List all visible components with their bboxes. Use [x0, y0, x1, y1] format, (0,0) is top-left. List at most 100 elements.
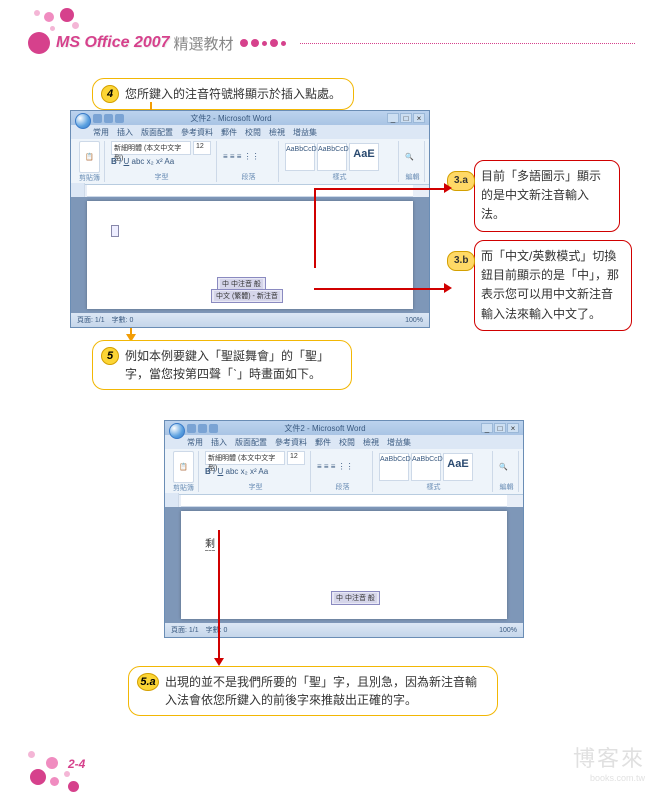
watermark-en: books.com.tw — [573, 773, 645, 783]
tab-layout[interactable]: 版面配置 — [235, 437, 267, 448]
word-statusbar: 頁面: 1/1 字數: 0 100% — [71, 313, 429, 327]
arrow-5a-line — [218, 530, 220, 660]
tab-addins[interactable]: 增益集 — [387, 437, 411, 448]
group-clipboard-label: 剪貼簿 — [79, 173, 100, 183]
arrow-3a-line — [314, 188, 446, 190]
tab-addins[interactable]: 增益集 — [293, 127, 317, 138]
ime-text: 中 中注音 般 — [334, 593, 377, 603]
paste-button[interactable]: 📋 — [173, 451, 194, 483]
font-selector[interactable]: 新細明體 (本文中文字型) — [111, 141, 191, 155]
quick-access-toolbar[interactable] — [93, 112, 124, 125]
step-5a-box: 5.a 出現的並不是我們所要的「聖」字，且別急，因為新注音輸入法會依您所鍵入的前… — [128, 666, 498, 716]
tab-review[interactable]: 校閱 — [245, 127, 261, 138]
ribbon: 📋 剪貼簿 新細明體 (本文中文字型)12 B I U abc x₂ x² Aa… — [165, 449, 523, 495]
word-titlebar: 文件2 - Microsoft Word _□× — [71, 111, 429, 125]
style-chip-3[interactable]: AaE — [349, 143, 379, 171]
office-button-icon[interactable] — [75, 113, 91, 129]
group-styles-label: 樣式 — [379, 482, 488, 492]
ime-language-bar[interactable]: 中 中注音 般 — [331, 591, 380, 605]
header-title-zh: 精選教材 — [174, 33, 234, 54]
callout-3a: 3.a 目前「多語圖示」顯示的是中文新注音輸入法。 — [474, 160, 620, 232]
status-right: 100% — [499, 627, 517, 634]
font-selector[interactable]: 新細明體 (本文中文字型) — [205, 451, 285, 465]
style-chip-2[interactable]: AaBbCcD — [317, 143, 347, 171]
group-para-label: 段落 — [317, 482, 368, 492]
word-ruler — [181, 495, 507, 507]
arrow-3b-head — [444, 283, 452, 293]
group-edit-label: 編輯 — [499, 482, 514, 492]
word-ruler — [87, 185, 413, 197]
tab-insert[interactable]: 插入 — [211, 437, 227, 448]
font-size-selector[interactable]: 12 — [287, 451, 305, 465]
callout-3b-tag: 3.b — [447, 251, 475, 271]
word-titlebar: 文件2 - Microsoft Word _□× — [165, 421, 523, 435]
tab-insert[interactable]: 插入 — [117, 127, 133, 138]
group-font-label: 字型 — [205, 482, 306, 492]
arrow-3a-head — [444, 183, 452, 193]
callout-3b-text: 而「中文/英數模式」切換鈕目前顯示的是「中」，那表示您可以用中文新注音輸入法來輸… — [481, 249, 619, 321]
group-para-label: 段落 — [223, 172, 274, 182]
header-dots-icon — [240, 39, 286, 47]
tab-mailings[interactable]: 郵件 — [221, 127, 237, 138]
header-divider — [300, 43, 635, 44]
tab-home[interactable]: 常用 — [187, 437, 203, 448]
word-document[interactable]: 剩 中 中注音 般 — [181, 511, 507, 619]
step-4-box: 4 您所鍵入的注音符號將顯示於插入點處。 — [92, 78, 354, 110]
page-header: MS Office 2007 精選教材 — [28, 32, 635, 54]
tab-layout[interactable]: 版面配置 — [141, 127, 173, 138]
window-controls[interactable]: _□× — [387, 113, 425, 123]
ribbon-tabs[interactable]: 常用 插入 版面配置 參考資料 郵件 校閱 檢視 增益集 — [71, 125, 429, 139]
arrow-3a-vline — [314, 188, 316, 268]
tab-mailings[interactable]: 郵件 — [315, 437, 331, 448]
quick-access-toolbar[interactable] — [187, 422, 218, 435]
arrow-5a-head — [214, 658, 224, 666]
close-icon: × — [507, 423, 519, 433]
ime-text-2: 中文 (繁體) - 新注音 — [214, 291, 280, 301]
maximize-icon: □ — [400, 113, 412, 123]
step-5a-number: 5.a — [137, 673, 159, 691]
style-chip-3[interactable]: AaE — [443, 453, 473, 481]
tab-home[interactable]: 常用 — [93, 127, 109, 138]
step-5-text: 例如本例要鍵入「聖誕舞會」的「聖」字，當您按第四聲「ˋ」時畫面如下。 — [125, 347, 339, 383]
minimize-icon: _ — [481, 423, 493, 433]
tab-references[interactable]: 參考資料 — [181, 127, 213, 138]
tab-references[interactable]: 參考資料 — [275, 437, 307, 448]
status-left: 頁面: 1/1 字數: 0 — [77, 315, 133, 325]
step-4-text: 您所鍵入的注音符號將顯示於插入點處。 — [125, 85, 341, 103]
step-5-number: 5 — [101, 347, 119, 365]
style-chip-1[interactable]: AaBbCcD — [285, 143, 315, 171]
arrow-3b-line — [314, 288, 446, 290]
minimize-icon: _ — [387, 113, 399, 123]
callout-3a-text: 目前「多語圖示」顯示的是中文新注音輸入法。 — [481, 169, 601, 221]
word-document[interactable]: 中 中注音 般 中文 (繁體) - 新注音 — [87, 201, 413, 309]
group-font-label: 字型 — [111, 172, 212, 182]
group-styles-label: 樣式 — [285, 172, 394, 182]
style-chip-2[interactable]: AaBbCcD — [411, 453, 441, 481]
tab-view[interactable]: 檢視 — [269, 127, 285, 138]
tab-view[interactable]: 檢視 — [363, 437, 379, 448]
ribbon-tabs[interactable]: 常用 插入 版面配置 參考資料 郵件 校閱 檢視 增益集 — [165, 435, 523, 449]
watermark-zh: 博客來 — [573, 741, 645, 773]
style-chip-1[interactable]: AaBbCcD — [379, 453, 409, 481]
paste-button[interactable]: 📋 — [79, 141, 100, 173]
group-edit-label: 編輯 — [405, 172, 420, 182]
header-title-en: MS Office 2007 — [56, 34, 170, 52]
ime-language-bar-2[interactable]: 中文 (繁體) - 新注音 — [211, 289, 283, 303]
watermark: 博客來 books.com.tw — [573, 741, 645, 783]
decorative-dots-bottom — [20, 751, 100, 791]
close-icon: × — [413, 113, 425, 123]
group-clipboard-label: 剪貼簿 — [173, 483, 194, 493]
maximize-icon: □ — [494, 423, 506, 433]
callout-3b: 3.b 而「中文/英數模式」切換鈕目前顯示的是「中」，那表示您可以用中文新注音輸… — [474, 240, 632, 331]
composition-char: 剩 — [205, 535, 215, 551]
word-page-area: 中 中注音 般 中文 (繁體) - 新注音 — [71, 197, 429, 313]
ime-text-1: 中 中注音 般 — [220, 279, 263, 289]
word-window-1: 文件2 - Microsoft Word _□× 常用 插入 版面配置 參考資料… — [70, 110, 430, 328]
step-5a-text: 出現的並不是我們所要的「聖」字，且別急，因為新注音輸入法會依您所鍵入的前後字來推… — [165, 673, 485, 709]
window-controls[interactable]: _□× — [481, 423, 519, 433]
tab-review[interactable]: 校閱 — [339, 437, 355, 448]
ribbon: 📋 剪貼簿 新細明體 (本文中文字型)12 B I U abc x₂ x² Aa… — [71, 139, 429, 185]
office-button-icon[interactable] — [169, 423, 185, 439]
font-size-selector[interactable]: 12 — [193, 141, 211, 155]
header-bullet-icon — [28, 32, 50, 54]
